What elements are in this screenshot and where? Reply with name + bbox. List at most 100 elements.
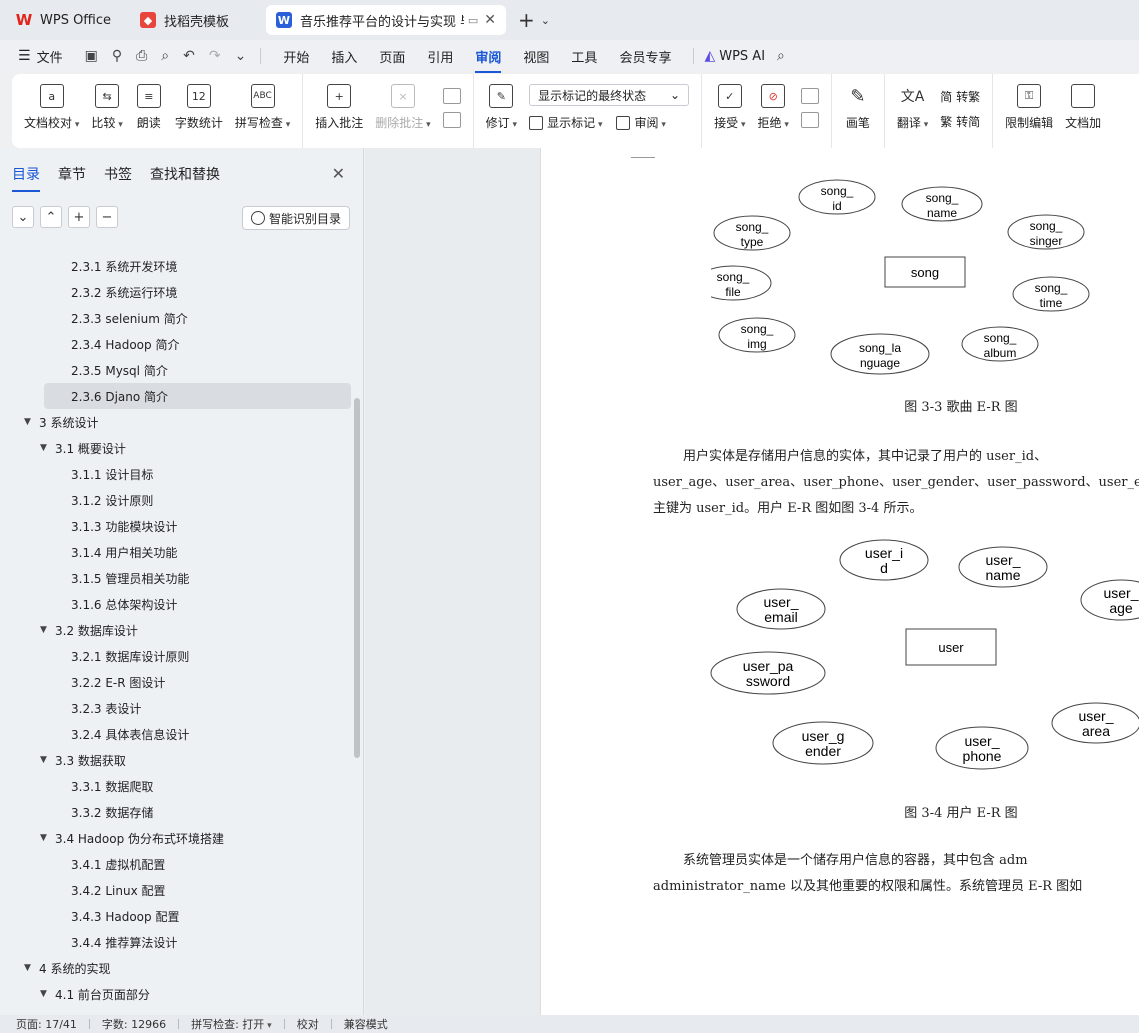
monitor-icon[interactable]: ▭ [468,14,478,27]
tab-find-replace[interactable]: 查找和替换 [150,164,220,184]
tab-document[interactable]: W 音乐推荐平台的设计与实现 毕 ▭ ✕ [266,5,506,35]
tab-wps-office[interactable]: W WPS Office [6,5,124,35]
spell-check-indicator[interactable]: 拼写检查: 打开 [191,1016,272,1032]
toc-item[interactable]: 2.3.2 系统运行环境 [0,279,352,305]
next-comment-icon[interactable] [442,112,461,128]
toc-item[interactable]: 3.2.3 表设计 [0,695,352,721]
toc-item[interactable]: 3.1.4 用户相关功能 [0,539,352,565]
menu-file[interactable]: 文件 [37,47,63,66]
expand-arrow-icon[interactable]: ▼ [40,625,49,635]
translate-button[interactable]: 文A 翻译 [891,84,934,131]
menu-wps-ai[interactable]: WPS AI [719,49,765,64]
toc-item[interactable]: 2.3.4 Hadoop 简介 [0,331,352,357]
previous-comment-icon[interactable] [442,88,461,104]
menu-tools[interactable]: 工具 [571,47,597,66]
toc-item[interactable]: ▼ 3.1 概要设计 [0,435,352,461]
word-count-indicator[interactable]: 字数: 12966 [102,1016,166,1032]
search-icon[interactable]: ⌕ [777,48,785,64]
toc-item[interactable]: ▼ 3.2 数据库设计 [0,617,352,643]
toc-item[interactable]: 3.2.4 具体表信息设计 [0,721,352,747]
collapse-up-icon[interactable]: ⌃ [40,206,62,228]
pen-button[interactable]: ✎ 画笔 [838,84,878,131]
menu-home[interactable]: 开始 [283,47,309,66]
insert-comment-button[interactable]: + 插入批注 [309,84,369,131]
toc-item[interactable]: 2.3.5 Mysql 简介 [0,357,352,383]
expand-arrow-icon[interactable]: ▼ [40,989,49,999]
toc-item[interactable]: 3.3.2 数据存储 [0,799,352,825]
redo-icon[interactable]: ↷ [209,48,221,64]
tab-toc[interactable]: 目录 [12,164,40,192]
quick-access-dropdown-icon[interactable]: ⌄ [235,48,247,64]
save-icon[interactable]: ▣ [85,48,98,64]
tab-close-icon[interactable]: ✕ [484,12,496,28]
toc-item[interactable]: 3.3.1 数据爬取 [0,773,352,799]
track-changes-button[interactable]: ✎ 修订 [480,84,523,131]
print-preview-icon[interactable]: ⌕ [161,48,169,64]
page-indicator[interactable]: 页面: 17/41 [16,1016,77,1032]
toc-item[interactable]: 3.1.2 设计原则 [0,487,352,513]
toc-item[interactable]: 3.2.1 数据库设计原则 [0,643,352,669]
add-level-icon[interactable]: + [68,206,90,228]
toc-item[interactable]: 3.4.2 Linux 配置 [0,877,352,903]
chevron-down-icon[interactable]: ⌄ [541,14,550,27]
undo-icon[interactable]: ↶ [183,48,195,64]
spell-check-button[interactable]: ABC 拼写检查 [229,84,296,131]
menu-page[interactable]: 页面 [379,47,405,66]
toc-item[interactable]: ▼ 3.3 数据获取 [0,747,352,773]
toc-item[interactable]: 2.3.3 selenium 简介 [0,305,352,331]
doc-proofread-button[interactable]: a 文档校对 [18,84,85,131]
compare-button[interactable]: ⇆ 比较 [85,84,128,131]
menu-review[interactable]: 审阅 [475,47,502,73]
proof-indicator[interactable]: 校对 [297,1016,319,1032]
toc-item[interactable]: ▼ 4 系统的实现 [0,955,352,981]
expand-down-icon[interactable]: ⌄ [12,206,34,228]
review-pane-button[interactable]: 审阅 [634,114,665,131]
close-icon[interactable]: ✕ [332,164,345,183]
print-icon[interactable]: ⎙ [136,48,147,64]
restrict-editing-button[interactable]: ⚿ 限制编辑 [999,84,1059,131]
tab-bookmark[interactable]: 书签 [104,164,132,184]
hamburger-icon[interactable]: ☰ [18,48,31,64]
menu-member[interactable]: 会员专享 [619,47,671,66]
to-simplified-button[interactable]: 繁 转简 [940,113,980,130]
toc-item[interactable]: 3.2.2 E-R 图设计 [0,669,352,695]
toc-item[interactable]: 3.1.3 功能模块设计 [0,513,352,539]
smart-toc-button[interactable]: 智能识别目录 [241,206,350,230]
doc-encrypt-button[interactable]: 文档加 [1059,84,1107,131]
toc-item[interactable]: 3.1.1 设计目标 [0,461,352,487]
display-markup-select[interactable]: 显示标记的最终状态 ⌄ [529,84,690,106]
expand-arrow-icon[interactable]: ▼ [24,963,33,973]
toc-item[interactable]: 3.4.3 Hadoop 配置 [0,903,352,929]
next-change-icon[interactable] [800,112,819,128]
show-markup-button[interactable]: 显示标记 [547,114,602,131]
reject-button[interactable]: ⊘ 拒绝 [751,84,794,131]
menu-reference[interactable]: 引用 [427,47,453,66]
expand-arrow-icon[interactable]: ▼ [40,833,49,843]
menu-view[interactable]: 视图 [523,47,549,66]
tab-chapter[interactable]: 章节 [58,164,86,184]
toc-item[interactable]: ▼ 4.1 前台页面部分 [0,981,352,1007]
document-page[interactable]: song song_ id song_ name song_ type song_ singer… [540,148,1139,1015]
toc-item[interactable]: 3.4.1 虚拟机配置 [0,851,352,877]
toc-item[interactable]: 2.3.1 系统开发环境 [0,253,352,279]
toc-item[interactable]: 3.1.5 管理员相关功能 [0,565,352,591]
remove-level-icon[interactable]: − [96,206,118,228]
previous-change-icon[interactable] [800,88,819,104]
read-aloud-button[interactable]: ≡ 朗读 [129,84,169,131]
menu-insert[interactable]: 插入 [331,47,357,66]
toc-scrollbar[interactable] [354,398,360,758]
to-traditional-button[interactable]: 简 转繁 [940,88,980,105]
accept-button[interactable]: ✓ 接受 [708,84,751,131]
tab-daoke-templates[interactable]: ◆ 找稻壳模板 [130,5,260,35]
toc-item[interactable]: 3.4.4 推荐算法设计 [0,929,352,955]
word-count-button[interactable]: 12 字数统计 [169,84,229,131]
toc-item[interactable]: 3.1.6 总体架构设计 [0,591,352,617]
delete-comment-button[interactable]: × 删除批注 [369,84,436,131]
expand-arrow-icon[interactable]: ▼ [24,417,33,427]
toc-item[interactable]: ▼ 3 系统设计 [0,409,352,435]
toc-item[interactable]: ▼ 3.4 Hadoop 伪分布式环境搭建 [0,825,352,851]
expand-arrow-icon[interactable]: ▼ [40,443,49,453]
expand-arrow-icon[interactable]: ▼ [40,755,49,765]
share-icon[interactable]: ⚲ [112,48,122,64]
new-tab-plus-icon[interactable]: + [518,8,535,32]
